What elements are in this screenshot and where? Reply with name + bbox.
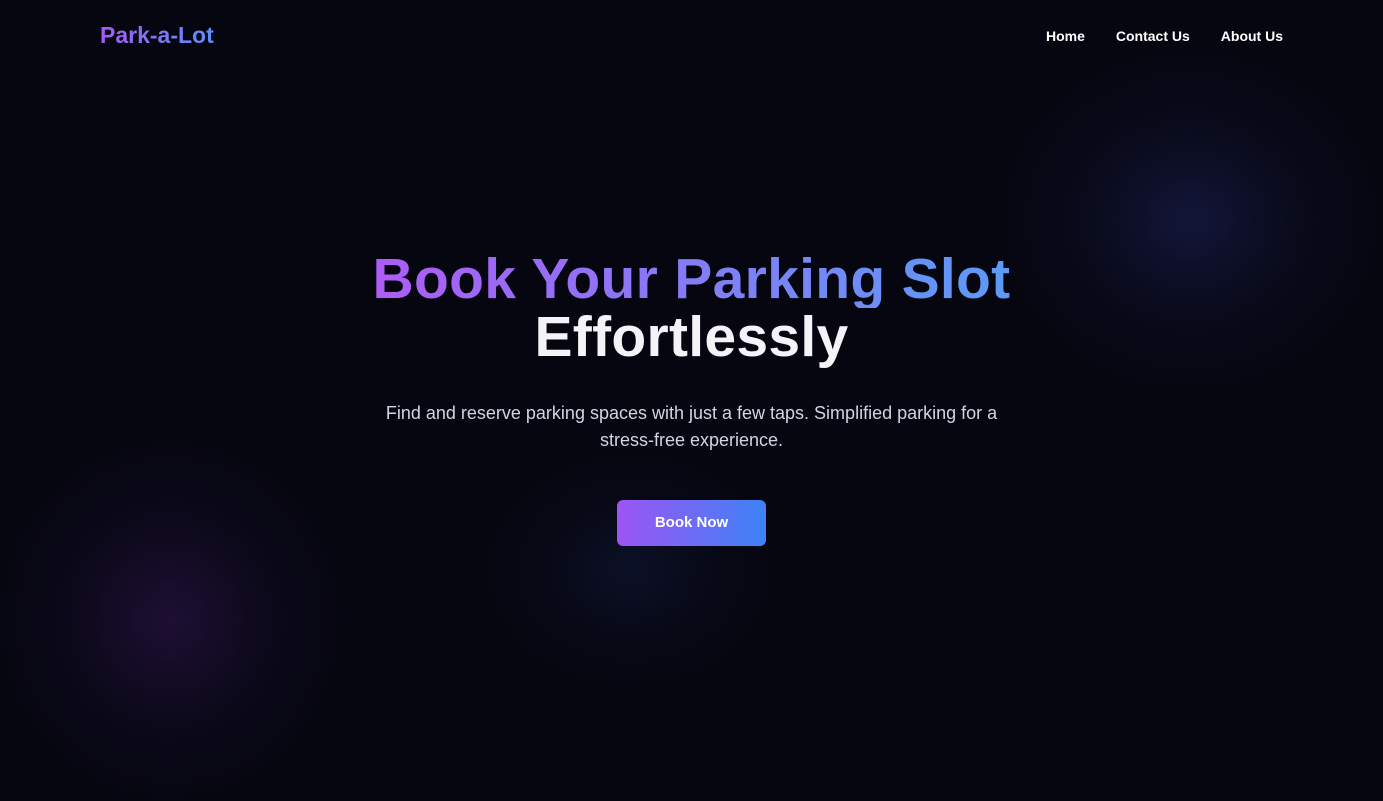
brand-logo[interactable]: Park-a-Lot xyxy=(100,19,214,51)
page: Park-a-Lot Home Contact Us About Us Book… xyxy=(0,0,1383,801)
hero-title-plain: Effortlessly xyxy=(534,305,849,369)
hero-subtitle: Find and reserve parking spaces with jus… xyxy=(385,403,998,450)
nav-link-contact-us[interactable]: Contact Us xyxy=(1116,26,1190,46)
navbar: Park-a-Lot Home Contact Us About Us xyxy=(0,0,1383,72)
hero-section: Book Your Parking Slot Effortlessly Find… xyxy=(0,250,1383,546)
nav-link-home[interactable]: Home xyxy=(1046,26,1085,46)
hero-title-accent: Book Your Parking Slot xyxy=(372,247,1011,311)
book-now-button[interactable]: Book Now xyxy=(617,500,766,546)
hero-title: Book Your Parking Slot Effortlessly xyxy=(0,250,1383,366)
nav-links: Home Contact Us About Us xyxy=(1046,26,1283,46)
nav-link-about-us[interactable]: About Us xyxy=(1221,26,1283,46)
